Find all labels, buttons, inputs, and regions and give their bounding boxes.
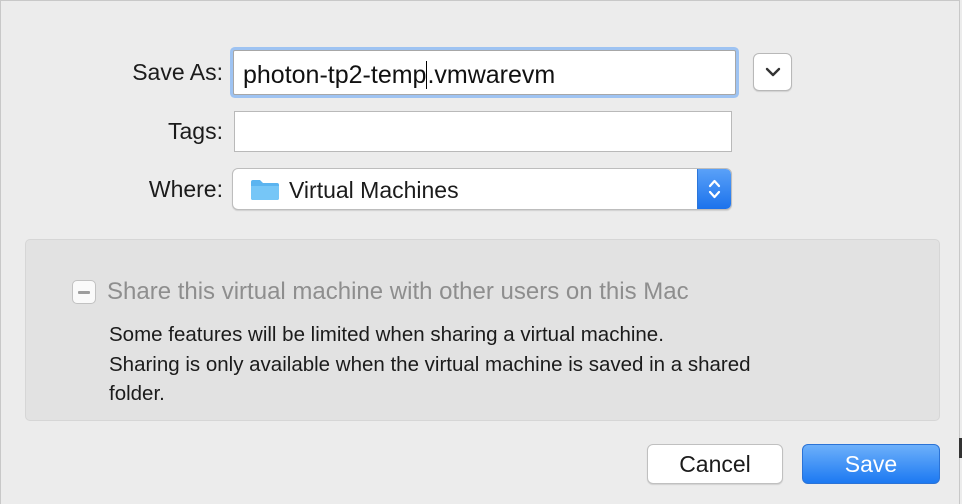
save-as-label: Save As: xyxy=(132,59,223,85)
expand-dialog-button[interactable] xyxy=(753,53,792,91)
cancel-button[interactable]: Cancel xyxy=(647,444,783,484)
tags-label: Tags: xyxy=(168,118,223,144)
popup-stepper xyxy=(697,169,731,209)
chevron-down-icon xyxy=(765,67,781,77)
filename-text-before-caret: photon-tp2-temp xyxy=(243,61,427,89)
mixed-state-dash-icon xyxy=(78,291,90,294)
share-checkbox-label[interactable]: Share this virtual machine with other us… xyxy=(107,278,689,306)
up-down-arrows-icon xyxy=(708,179,721,199)
sharing-note-line-1: Some features will be limited when shari… xyxy=(109,323,664,346)
folder-icon xyxy=(251,180,279,200)
share-checkbox[interactable] xyxy=(72,280,96,304)
filename-text-after-caret: .vmwarevm xyxy=(427,61,556,89)
filename-input[interactable]: photon-tp2-temp.vmwarevm xyxy=(233,50,736,95)
save-dialog: Save As: photon-tp2-temp.vmwarevm Tags: … xyxy=(0,0,960,504)
sharing-note-line-2: Sharing is only available when the virtu… xyxy=(109,353,751,376)
where-value: Virtual Machines xyxy=(289,177,459,203)
tags-input[interactable] xyxy=(234,111,732,152)
save-button[interactable]: Save xyxy=(802,444,940,484)
where-label: Where: xyxy=(148,176,223,202)
sharing-note-line-3: folder. xyxy=(109,382,165,405)
where-popup-button[interactable]: Virtual Machines xyxy=(232,168,732,210)
